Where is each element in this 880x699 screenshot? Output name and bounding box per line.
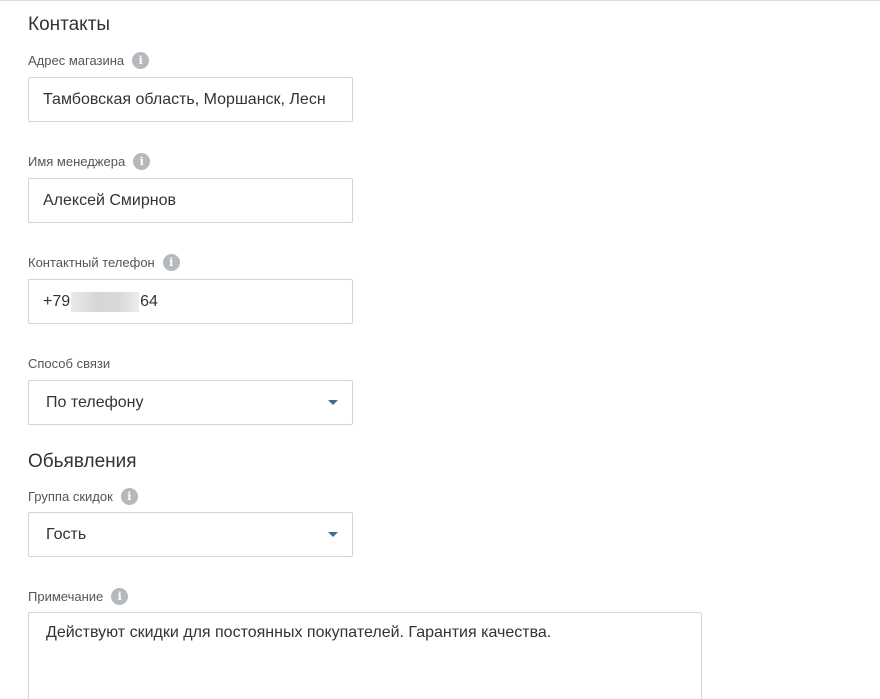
ads-section-title: Обьявления: [28, 451, 137, 472]
contact-method-selected: По телефону: [46, 393, 144, 411]
contacts-section-title: Контакты: [28, 14, 111, 35]
chevron-down-icon: [328, 400, 338, 405]
phone-redaction: [71, 291, 140, 312]
discount-group-label: Группа скидок i: [28, 488, 138, 505]
phone-label: Контактный телефон i: [28, 254, 180, 271]
note-label-text: Примечание: [28, 588, 104, 604]
manager-input[interactable]: Алексей Смирнов: [28, 178, 353, 223]
top-divider: [0, 0, 880, 1]
phone-label-text: Контактный телефон: [28, 254, 155, 270]
manager-input-value: Алексей Смирнов: [43, 191, 176, 209]
phone-value-suffix: 64: [140, 292, 158, 310]
contact-method-label-text: Способ связи: [28, 356, 111, 371]
contacts-form-page: Контакты Адрес магазина i Тамбовская обл…: [0, 0, 880, 699]
note-textarea-value: Действуют скидки для постоянных покупате…: [46, 624, 552, 641]
phone-info-icon[interactable]: i: [162, 254, 180, 271]
address-input[interactable]: Тамбовская область, Моршанск, Лесн: [28, 77, 353, 122]
address-label: Адрес магазина i: [28, 52, 150, 69]
note-info-icon[interactable]: i: [111, 588, 129, 605]
discount-group-label-text: Группа скидок: [28, 488, 113, 504]
note-textarea[interactable]: Действуют скидки для постоянных покупате…: [28, 612, 702, 699]
discount-group-select[interactable]: Гость: [28, 512, 353, 557]
manager-info-icon[interactable]: i: [133, 153, 151, 170]
note-label: Примечание i: [28, 588, 129, 605]
address-input-value: Тамбовская область, Моршанск, Лесн: [43, 90, 326, 108]
chevron-down-icon: [328, 532, 338, 537]
contact-method-select[interactable]: По телефону: [28, 380, 353, 425]
address-label-text: Адрес магазина: [28, 52, 125, 68]
manager-label: Имя менеджера i: [28, 153, 151, 170]
phone-value-prefix: +79: [43, 292, 71, 310]
phone-input[interactable]: +79 64: [28, 279, 353, 324]
manager-label-text: Имя менеджера: [28, 153, 126, 169]
discount-group-selected: Гость: [46, 525, 87, 543]
contact-method-label: Способ связи: [28, 356, 110, 372]
address-info-icon[interactable]: i: [132, 52, 150, 69]
discount-group-info-icon[interactable]: i: [120, 488, 138, 505]
